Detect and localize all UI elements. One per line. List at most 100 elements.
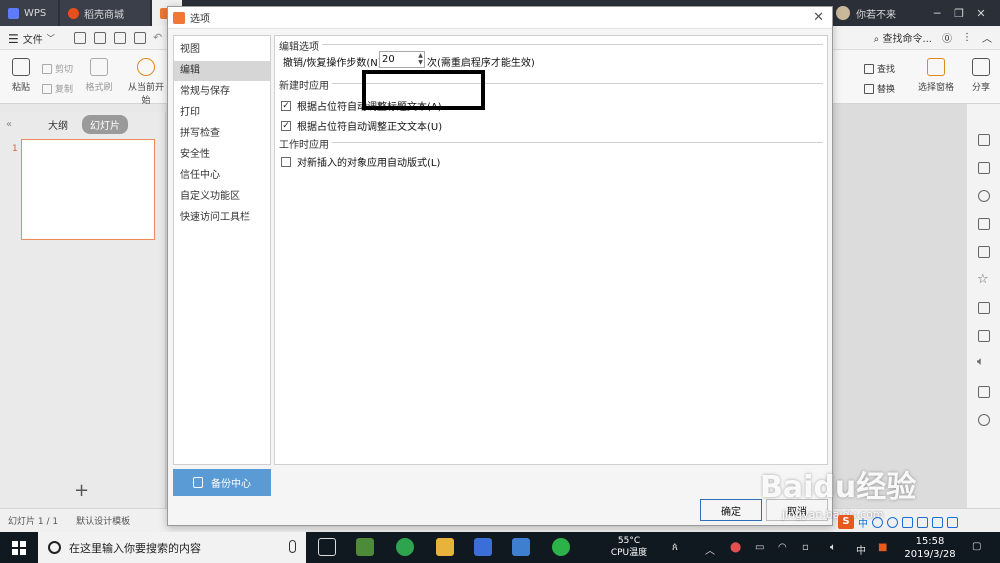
wps-app-icon[interactable]: [474, 538, 492, 556]
template-status[interactable]: 默认设计模板: [76, 514, 130, 527]
cpu-temperature[interactable]: 55°C CPU温度: [604, 535, 654, 559]
layout-icon[interactable]: [978, 162, 990, 174]
autofit-title-checkbox[interactable]: ✓: [281, 100, 291, 111]
close-icon[interactable]: ✕: [813, 10, 824, 25]
user-name[interactable]: 你若不来: [856, 6, 926, 21]
nav-item-security[interactable]: 安全性: [174, 145, 270, 165]
backup-center-button[interactable]: 备份中心: [173, 469, 271, 496]
nav-item-edit[interactable]: 编辑: [174, 61, 270, 81]
properties-icon[interactable]: [978, 134, 990, 146]
shield-icon[interactable]: [978, 386, 990, 398]
options-content: 编辑选项 撤销/恢复操作步数(N): ▲▼ 次(需重启程序才能生效) 新建时应用…: [274, 35, 828, 465]
tab-outline[interactable]: 大纲: [48, 117, 68, 132]
notepad-app-icon[interactable]: [356, 538, 374, 556]
search-command-button[interactable]: ⌕ 查找命令...: [874, 30, 932, 45]
docer-flame-icon: [68, 7, 79, 19]
maximize-icon[interactable]: ❐: [948, 7, 970, 20]
save-icon[interactable]: [74, 32, 86, 44]
adjust-icon[interactable]: [978, 218, 990, 230]
minimize-icon[interactable]: ─: [926, 7, 948, 20]
select-pane-button[interactable]: 选择窗格: [914, 58, 958, 93]
network-icon[interactable]: ▫: [802, 542, 809, 553]
backup-icon: [193, 477, 203, 488]
tab-docer-store[interactable]: 稻壳商城: [60, 0, 150, 26]
autofit-body-checkbox[interactable]: ✓: [281, 120, 291, 131]
tab-slides[interactable]: 幻灯片: [82, 114, 128, 134]
format-painter-button[interactable]: 格式刷: [84, 58, 114, 93]
refresh-app-icon[interactable]: [396, 538, 414, 556]
star-icon[interactable]: ☆: [977, 272, 989, 287]
nav-item-view[interactable]: 视图: [174, 40, 270, 60]
ime-mode-label[interactable]: 中: [858, 515, 868, 530]
tab-wps-home[interactable]: WPS: [0, 0, 58, 26]
wifi-icon[interactable]: ◠: [778, 542, 787, 553]
tray-expand-icon[interactable]: ︿: [705, 542, 715, 557]
people-icon[interactable]: ጰ: [672, 542, 678, 553]
speaker-icon[interactable]: 🔈︎: [977, 354, 984, 369]
nav-item-customize-ribbon[interactable]: 自定义功能区: [174, 187, 270, 207]
toolbox-icon[interactable]: [947, 516, 958, 528]
close-window-icon[interactable]: ✕: [970, 7, 992, 20]
wechat-app-icon[interactable]: [552, 538, 570, 556]
security-tray-icon[interactable]: ⬤: [730, 542, 741, 553]
more-icon[interactable]: ⋮: [962, 32, 972, 43]
file-explorer-icon[interactable]: [436, 538, 454, 556]
replace-button[interactable]: 替换: [864, 82, 895, 95]
auto-layout-option[interactable]: 对新插入的对象应用自动版式(L): [281, 154, 440, 169]
sogou-ime-icon[interactable]: S: [838, 515, 854, 529]
taskbar-search[interactable]: 在这里输入你要搜索的内容: [38, 532, 306, 563]
help-icon[interactable]: ⓪: [942, 30, 952, 45]
user-icon[interactable]: [917, 516, 928, 528]
notification-icon[interactable]: ▢: [972, 541, 981, 552]
sogou-tray-icon[interactable]: ■: [878, 542, 887, 553]
copy-button[interactable]: 复制: [42, 82, 73, 95]
ime-tool-app-icon[interactable]: [512, 538, 530, 556]
image-icon[interactable]: [978, 330, 990, 342]
start-button[interactable]: [0, 532, 38, 563]
history-icon[interactable]: [978, 414, 990, 426]
skin-icon[interactable]: [932, 516, 943, 528]
undo-steps-spinner[interactable]: ▲ ▼: [416, 52, 425, 67]
auto-layout-checkbox[interactable]: [281, 156, 291, 167]
emoji-icon[interactable]: [887, 516, 898, 528]
nav-item-print[interactable]: 打印: [174, 103, 270, 123]
volume-icon[interactable]: 🔈︎: [830, 542, 836, 553]
avatar[interactable]: [836, 6, 850, 20]
export-panel-icon[interactable]: [978, 302, 990, 314]
play-from-current-button[interactable]: 从当前开始: [124, 58, 168, 106]
preview-icon[interactable]: [134, 32, 146, 44]
share-button[interactable]: 分享: [966, 58, 996, 93]
collapse-panel-icon[interactable]: «: [6, 119, 20, 130]
windows-logo-icon: [12, 540, 26, 555]
taskbar-clock[interactable]: 15:58 2019/3/28: [898, 535, 962, 561]
shape-icon[interactable]: [978, 190, 990, 202]
autofit-body-option[interactable]: ✓ 根据占位符自动调整正文文本(U): [281, 118, 442, 133]
find-button[interactable]: 查找: [864, 62, 895, 75]
hamburger-icon: ☰: [8, 31, 19, 46]
nav-item-spellcheck[interactable]: 拼写检查: [174, 124, 270, 144]
battery-icon[interactable]: ▭: [755, 542, 764, 553]
cut-button[interactable]: 剪切: [42, 62, 73, 75]
ok-button[interactable]: 确定: [700, 499, 762, 521]
punctuation-icon[interactable]: [872, 516, 883, 528]
collapse-ribbon-icon[interactable]: ︿: [982, 30, 992, 45]
paste-icon: [12, 58, 30, 76]
export-icon[interactable]: [94, 32, 106, 44]
gallery-icon[interactable]: [978, 246, 990, 258]
nav-item-trust-center[interactable]: 信任中心: [174, 166, 270, 186]
windows-taskbar: 在这里输入你要搜索的内容 55°C CPU温度 ጰ ︿ ⬤ ▭ ◠ ▫ 🔈︎ 中…: [0, 532, 1000, 563]
file-menu-button[interactable]: ☰ 文件 ﹀: [8, 31, 55, 47]
spin-up-icon[interactable]: ▲: [416, 52, 425, 59]
undo-icon[interactable]: ↶: [153, 31, 162, 44]
nav-item-quick-access[interactable]: 快速访问工具栏: [174, 208, 270, 228]
paste-button[interactable]: 粘贴: [6, 58, 36, 93]
keyboard-icon[interactable]: [902, 516, 913, 528]
slide-thumbnail[interactable]: [21, 139, 155, 240]
spin-down-icon[interactable]: ▼: [416, 59, 425, 66]
microphone-icon[interactable]: [289, 540, 296, 553]
print-icon[interactable]: [114, 32, 126, 44]
task-view-icon[interactable]: [318, 538, 336, 556]
nav-item-general-save[interactable]: 常规与保存: [174, 82, 270, 102]
add-slide-icon[interactable]: +: [74, 480, 89, 501]
input-method-indicator[interactable]: 中: [856, 542, 866, 557]
